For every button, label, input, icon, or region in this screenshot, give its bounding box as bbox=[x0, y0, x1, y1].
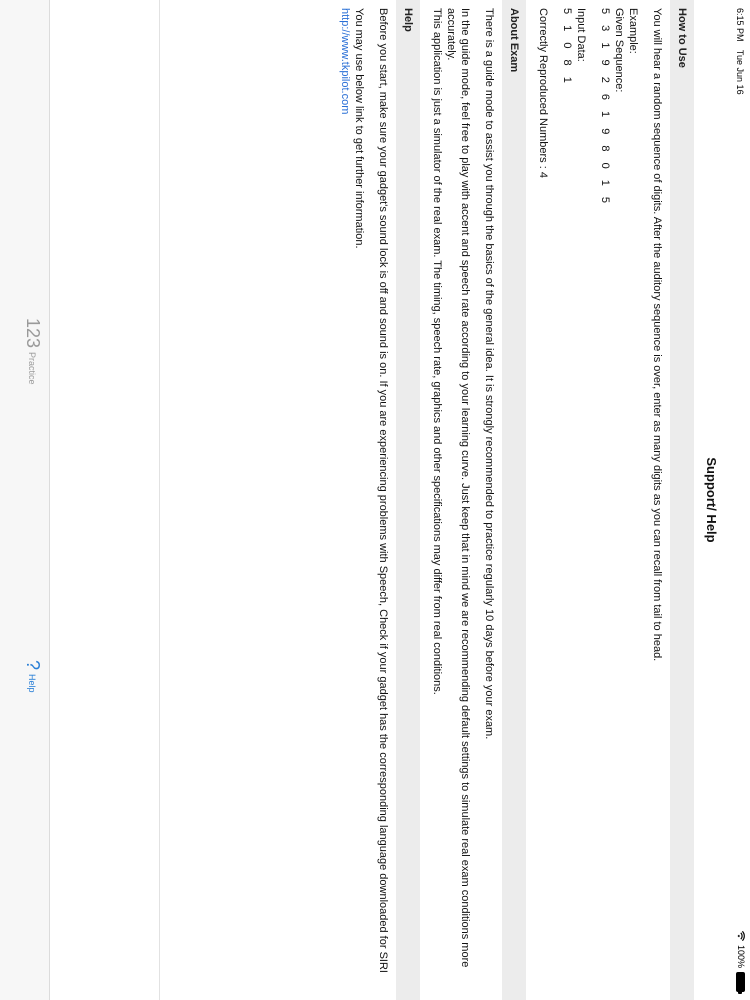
correct-count: Correctly Reproduced Numbers : 4 bbox=[537, 8, 549, 178]
website-link[interactable]: http://www.tkpilot.com bbox=[339, 8, 351, 114]
example-label: Example: bbox=[627, 8, 639, 54]
help-paragraph-1: Before you start, make sure your gadget'… bbox=[377, 8, 389, 973]
navigation-bar: Support/ Help bbox=[694, 0, 730, 1000]
input-block: Input Data: 5 1 0 8 1 bbox=[560, 8, 588, 992]
help-content[interactable]: How to Use You will hear a random sequen… bbox=[328, 0, 694, 1000]
how-to-use-intro: You will hear a random sequence of digit… bbox=[651, 8, 663, 662]
app-frame: 6:15 PM Tue Jun 16 100% Support/ Help Ho… bbox=[0, 0, 750, 1000]
about-exam-paragraph-3: This application is just a simulator of … bbox=[431, 8, 443, 695]
tab-help[interactable]: ? Help bbox=[22, 660, 43, 693]
given-sequence-label: Given Sequence: bbox=[613, 8, 625, 93]
help-link-block: You may use below link to get further in… bbox=[338, 8, 366, 992]
status-bar: 6:15 PM Tue Jun 16 100% bbox=[730, 0, 750, 1000]
page-title: Support/ Help bbox=[704, 457, 720, 543]
section-header-about-exam: About Exam bbox=[502, 0, 526, 1000]
tab-practice-label: Practice bbox=[27, 352, 38, 385]
status-time: 6:15 PM bbox=[735, 8, 745, 42]
numbers-icon: 123 bbox=[23, 318, 43, 349]
question-mark-icon: ? bbox=[23, 660, 43, 671]
battery-percent: 100% bbox=[736, 944, 746, 968]
section-body-help: Before you start, make sure your gadget'… bbox=[328, 0, 396, 1000]
example-block: Example: Given Sequence: 5 3 1 9 2 6 1 9… bbox=[598, 8, 640, 992]
given-sequence-digits: 5 3 1 9 2 6 1 9 8 0 1 5 bbox=[599, 8, 611, 208]
tab-bar: 123 Practice ? Help bbox=[0, 0, 50, 1000]
status-right: 100% bbox=[736, 930, 746, 992]
input-data-label: Input Data: bbox=[575, 8, 587, 62]
section-header-help: Help bbox=[396, 0, 420, 1000]
section-header-how-to-use: How to Use bbox=[670, 0, 694, 1000]
battery-icon bbox=[736, 972, 746, 992]
tab-help-label: Help bbox=[27, 674, 38, 693]
content-divider bbox=[159, 0, 160, 1000]
section-body-about-exam: There is a guide mode to assist you thro… bbox=[420, 0, 502, 1000]
wifi-icon bbox=[737, 930, 745, 941]
help-paragraph-2: You may use below link to get further in… bbox=[353, 8, 365, 249]
status-date: Tue Jun 16 bbox=[735, 49, 745, 95]
section-body-how-to-use: You will hear a random sequence of digit… bbox=[526, 0, 670, 1000]
about-exam-paragraph-2-3: In the guide mode, feel free to play wit… bbox=[430, 8, 472, 992]
about-exam-paragraph-2: In the guide mode, feel free to play wit… bbox=[445, 8, 471, 968]
input-data-digits: 5 1 0 8 1 bbox=[561, 8, 573, 87]
about-exam-paragraph-1: There is a guide mode to assist you thro… bbox=[483, 8, 495, 740]
tab-practice[interactable]: 123 Practice bbox=[22, 318, 43, 385]
status-left: 6:15 PM Tue Jun 16 bbox=[735, 8, 745, 101]
